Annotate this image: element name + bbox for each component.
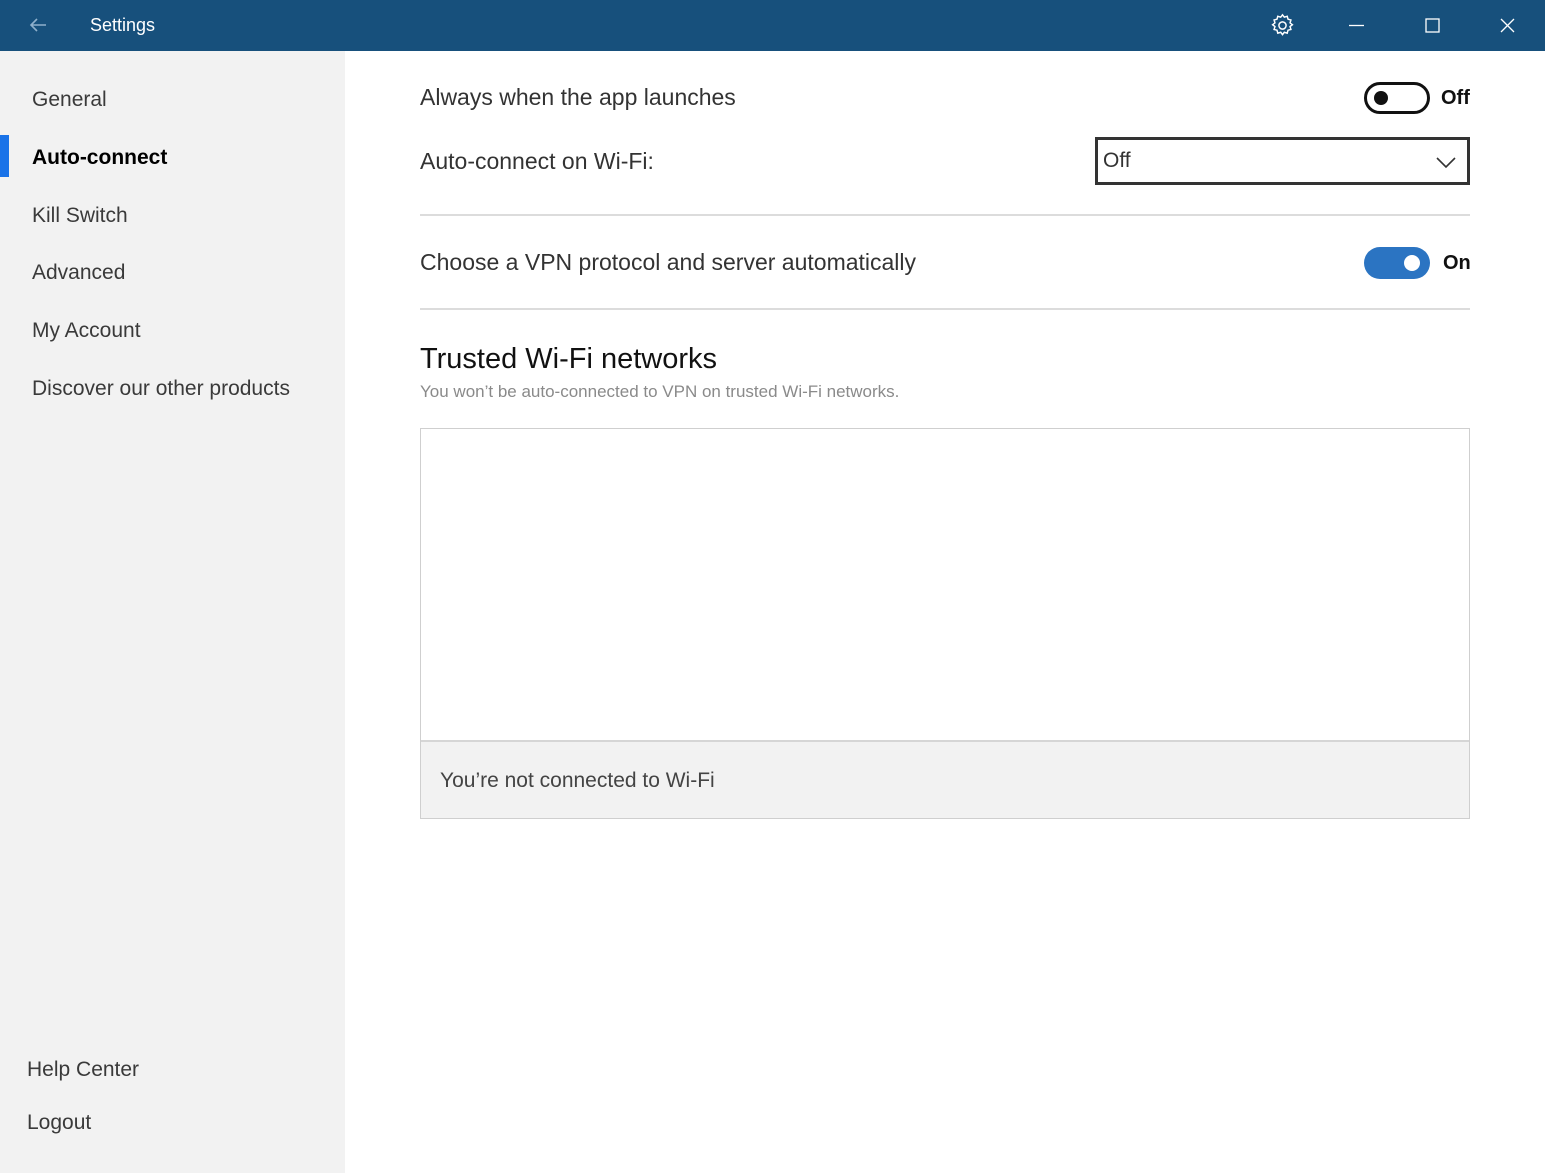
- trusted-networks-list: You’re not connected to Wi-Fi: [420, 428, 1470, 819]
- window-title: Settings: [90, 15, 156, 35]
- trusted-networks-status: You’re not connected to Wi-Fi: [421, 740, 1469, 818]
- dropdown-value: Off: [1103, 149, 1131, 172]
- protocol-toggle[interactable]: [1364, 247, 1430, 279]
- sidebar-item-my-account[interactable]: My Account: [32, 316, 141, 346]
- wifi-status-message: You’re not connected to Wi-Fi: [440, 769, 715, 792]
- protocol-setting-label: Choose a VPN protocol and server automat…: [420, 249, 917, 275]
- sidebar-item-auto-connect[interactable]: Auto-connect: [32, 143, 167, 173]
- logout-link[interactable]: Logout: [27, 1108, 91, 1138]
- active-nav-indicator: [0, 135, 9, 177]
- wifi-setting-label: Auto-connect on Wi-Fi:: [420, 148, 654, 174]
- launch-toggle[interactable]: [1364, 82, 1430, 114]
- wifi-autoconnect-dropdown[interactable]: Off: [1095, 137, 1470, 185]
- divider: [420, 214, 1470, 216]
- sidebar-item-general[interactable]: General: [32, 85, 107, 115]
- launch-setting-label: Always when the app launches: [420, 84, 736, 110]
- back-arrow-icon[interactable]: [26, 13, 50, 37]
- divider: [420, 308, 1470, 310]
- maximize-icon[interactable]: [1419, 12, 1446, 39]
- sidebar: General Auto-connect Kill Switch Advance…: [0, 51, 345, 1173]
- trusted-networks-subtitle: You won’t be auto-connected to VPN on tr…: [420, 382, 900, 401]
- toggle-knob: [1404, 255, 1420, 271]
- chevron-down-icon: [1435, 151, 1457, 173]
- sidebar-item-advanced[interactable]: Advanced: [32, 258, 125, 288]
- trusted-networks-title: Trusted Wi-Fi networks: [420, 343, 718, 375]
- sidebar-item-kill-switch[interactable]: Kill Switch: [32, 201, 128, 231]
- help-center-link[interactable]: Help Center: [27, 1055, 139, 1085]
- main-content: Always when the app launches Off Auto-co…: [345, 51, 1545, 1173]
- gear-icon[interactable]: [1269, 12, 1296, 39]
- toggle-knob: [1374, 91, 1388, 105]
- sidebar-item-discover-products[interactable]: Discover our other products: [32, 374, 290, 404]
- title-bar: Settings: [0, 0, 1545, 51]
- protocol-toggle-state: On: [1443, 252, 1471, 274]
- minimize-icon[interactable]: [1343, 12, 1370, 39]
- launch-toggle-state: Off: [1441, 87, 1470, 109]
- close-icon[interactable]: [1494, 12, 1521, 39]
